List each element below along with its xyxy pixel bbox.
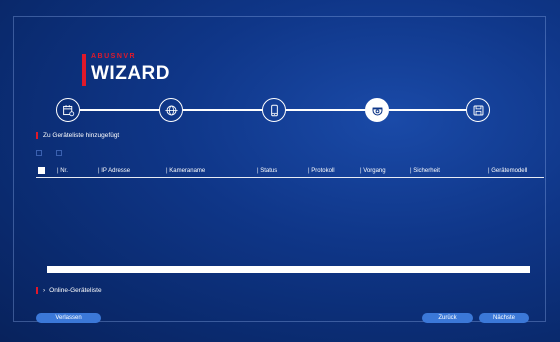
column-ip-address[interactable]: | IP Adresse: [98, 168, 130, 174]
step-connector: [183, 109, 263, 111]
network-globe-icon: [164, 105, 178, 115]
wizard-screen: ABUSNVR WIZARD Zu Geräteliste hinzugefüg…: [0, 0, 560, 342]
horizontal-scrollbar[interactable]: [47, 266, 530, 273]
step-2[interactable]: [159, 98, 183, 122]
column-protocol[interactable]: | Protokoll: [308, 168, 335, 174]
next-button[interactable]: Nächste: [479, 313, 529, 323]
device-table-header: | Nr. | IP Adresse | Kameraname | Status…: [36, 167, 544, 178]
header-divider: [36, 177, 544, 178]
section-marker: [36, 132, 38, 139]
online-devices-label: Online-Geräteliste: [49, 287, 102, 295]
chevron-right-icon: ›: [43, 287, 46, 295]
step-3[interactable]: [262, 98, 286, 122]
select-all-checkbox[interactable]: [38, 167, 45, 174]
step-connector: [286, 109, 366, 111]
section-marker: [36, 287, 38, 294]
column-camera-name[interactable]: | Kameraname: [166, 168, 205, 174]
column-security[interactable]: | Sicherheit: [410, 168, 440, 174]
step-connector: [80, 109, 160, 111]
wizard-steps: [56, 98, 490, 122]
added-devices-label: Zu Geräteliste hinzugefügt: [43, 132, 120, 140]
mobile-phone-icon: [270, 104, 278, 116]
added-devices-heading: Zu Geräteliste hinzugefügt: [36, 132, 119, 139]
column-operation[interactable]: | Vorgang: [360, 168, 386, 174]
step-5[interactable]: [466, 98, 490, 122]
save-disk-icon: [473, 105, 483, 115]
brand-subtitle: ABUSNVR: [91, 53, 137, 60]
exit-button[interactable]: Verlassen: [36, 313, 101, 323]
brand-title: WIZARD: [91, 63, 170, 84]
camera-dome-icon: [372, 107, 382, 115]
column-status[interactable]: | Status: [257, 168, 277, 174]
step-4[interactable]: [365, 98, 389, 122]
step-1[interactable]: [56, 98, 80, 122]
back-button[interactable]: Zurück: [422, 313, 473, 323]
calendar-settings-icon: [62, 104, 74, 116]
mini-control-icon[interactable]: [36, 150, 42, 156]
mini-control-icon[interactable]: [56, 150, 62, 156]
online-devices-toggle[interactable]: › Online-Geräteliste: [36, 287, 102, 294]
column-device-model[interactable]: | Gerätemodell: [488, 168, 527, 174]
column-nr[interactable]: | Nr.: [57, 168, 68, 174]
step-connector: [389, 109, 466, 111]
brand-red-bar: [82, 54, 86, 86]
